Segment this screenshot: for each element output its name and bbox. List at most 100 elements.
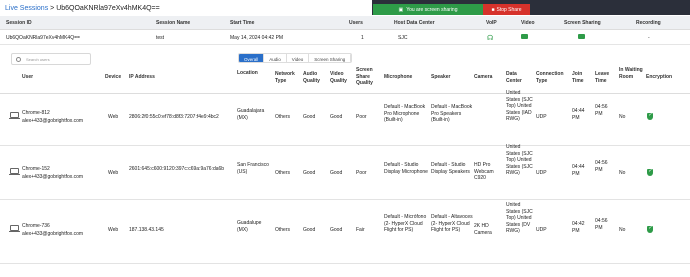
video-quality: Good	[330, 227, 343, 233]
connection-type: UDP	[536, 170, 547, 176]
col-speaker: Speaker	[431, 74, 451, 80]
location: Guadalupe (MX)	[237, 220, 262, 233]
headset-icon: ☊	[487, 35, 494, 42]
device: Web	[108, 227, 119, 233]
user-name[interactable]: Chrome-812	[22, 110, 50, 117]
session-row[interactable]: Ub6QOaKNRla97eXv4hMK4Q== test May 14, 20…	[0, 30, 690, 45]
stop-share-button[interactable]: ■ Stop Share	[483, 4, 530, 15]
col-recording: Recording	[636, 20, 661, 26]
user-name[interactable]: Chrome-152	[22, 166, 50, 173]
stop-icon: ■	[491, 6, 495, 13]
col-join-time: Join Time	[572, 71, 584, 84]
screen-share-banner: ▣ You are screen sharing ■ Stop Share	[373, 4, 530, 15]
camera: 2K HD Camera	[474, 223, 492, 236]
col-host-dc: Host Data Center	[394, 20, 435, 26]
speaker: Default - MacBook Pro Speakers (Built-in…	[431, 104, 473, 124]
col-session-name: Session Name	[156, 20, 191, 26]
tab-video[interactable]: Video	[286, 54, 310, 62]
audio-quality: Good	[303, 114, 316, 120]
device: Web	[108, 170, 119, 176]
quality-tabs: Overall Audio Video Screen Sharing	[238, 53, 353, 63]
search-input[interactable]: Search users	[11, 53, 91, 65]
col-screen-sharing: Screen Sharing	[564, 20, 601, 26]
table-row[interactable]: Chrome-812 alex+433@gobrightfox.com Web …	[0, 90, 690, 146]
ip-address: 2806:2f0:55c0:ef78:d8f3:7207:f4e9:4bc2	[129, 114, 219, 120]
breadcrumb: Live Sessions > Ub6QOaKNRla97eXv4hMK4Q==	[5, 5, 160, 12]
tab-screen-sharing[interactable]: Screen Sharing	[309, 54, 352, 62]
connection-type: UDP	[536, 227, 547, 233]
col-leave-time: Leave Time	[595, 71, 610, 84]
video-quality: Good	[330, 114, 343, 120]
leave-time: 04:56 PM	[595, 218, 608, 231]
encryption-shield-icon	[647, 168, 653, 176]
video-camera-icon	[521, 34, 528, 39]
breadcrumb-live-sessions[interactable]: Live Sessions	[5, 5, 48, 12]
session-id: Ub6QOaKNRla97eXv4hMK4Q==	[6, 35, 80, 41]
connection-type: UDP	[536, 114, 547, 120]
users-count: 1	[361, 35, 364, 41]
ip-address: 187.138.43.145	[129, 227, 164, 233]
device: Web	[108, 114, 119, 120]
table-row[interactable]: Chrome-736 alex+433@gobrightfox.com Web …	[0, 200, 690, 264]
audio-quality: Good	[303, 227, 316, 233]
data-center: United States (SJC Top) United States (D…	[506, 202, 533, 235]
data-center: United States (SJC Top) United States (S…	[506, 144, 533, 177]
col-data-center: Data Center	[506, 71, 522, 84]
tab-audio[interactable]: Audio	[264, 54, 287, 62]
search-placeholder: Search users	[26, 57, 50, 62]
session-name: test	[156, 35, 165, 41]
col-encryption: Encryption	[646, 74, 673, 80]
col-start-time: Start Time	[230, 20, 255, 26]
speaker: Default - Altavoces (2- HyperX Cloud Fli…	[431, 214, 473, 234]
waiting-room: No	[619, 170, 626, 176]
video-quality: Good	[330, 170, 343, 176]
network-type: Others	[275, 114, 291, 120]
user-email: alex+433@gobrightfox.com	[22, 231, 84, 237]
ip-address: 2601:645:c600:9120:397c:c69a:9a76:da6b	[129, 166, 225, 172]
sharing-indicator: ▣ You are screen sharing	[373, 4, 483, 15]
location: San Francisco (US)	[237, 162, 269, 175]
session-table-header: Session ID Session Name Start Time Users…	[0, 16, 690, 30]
user-email: alex+433@gobrightfox.com	[22, 174, 84, 180]
screen-share-quality: Poor	[356, 114, 367, 120]
tab-overall[interactable]: Overall	[239, 54, 265, 62]
search-icon	[16, 57, 21, 62]
breadcrumb-session-id: Ub6QOaKNRla97eXv4hMK4Q==	[56, 5, 160, 12]
user-name[interactable]: Chrome-736	[22, 223, 50, 230]
waiting-room: No	[619, 227, 626, 233]
microphone: Default - MacBook Pro Microphone (Built-…	[384, 104, 426, 124]
table-row[interactable]: Chrome-152 alex+433@gobrightfox.com Web …	[0, 144, 690, 200]
speaker: Default - Studio Display Speakers	[431, 162, 470, 175]
col-microphone: Microphone	[384, 74, 413, 80]
screen-share-icon	[578, 34, 585, 39]
col-ip: IP Address	[129, 74, 155, 80]
col-user: User	[22, 74, 34, 80]
data-center: United States (SJC Top) United States (I…	[506, 90, 533, 123]
col-video-quality: Video Quality	[330, 71, 347, 84]
waiting-room: No	[619, 114, 626, 120]
join-time: 04:42 PM	[572, 221, 585, 234]
audio-quality: Good	[303, 170, 316, 176]
leave-time: 04:56 PM	[595, 160, 608, 173]
microphone: Default - Studio Display Microphone	[384, 162, 428, 175]
col-voip: VoIP	[486, 20, 497, 26]
col-users: Users	[349, 20, 363, 26]
col-session-id: Session ID	[6, 20, 32, 26]
leave-time: 04:56 PM	[595, 104, 608, 117]
recording-status: -	[648, 35, 650, 41]
col-network-type: Network Type	[275, 71, 295, 84]
laptop-icon	[9, 225, 20, 232]
user-email: alex+433@gobrightfox.com	[22, 118, 84, 124]
screen-share-quality: Fair	[356, 227, 365, 233]
share-screen-icon: ▣	[398, 6, 404, 13]
laptop-icon	[9, 168, 20, 175]
join-time: 04:44 PM	[572, 108, 585, 121]
col-camera: Camera	[474, 74, 493, 80]
location: Guadalajara (MX)	[237, 108, 265, 121]
stop-share-label: Stop Share	[496, 6, 522, 13]
sharing-text: You are screen sharing	[406, 6, 458, 13]
user-grid-header: User Device IP Address Location Network …	[0, 66, 690, 94]
network-type: Others	[275, 227, 291, 233]
col-video: Video	[521, 20, 535, 26]
encryption-shield-icon	[647, 112, 653, 120]
